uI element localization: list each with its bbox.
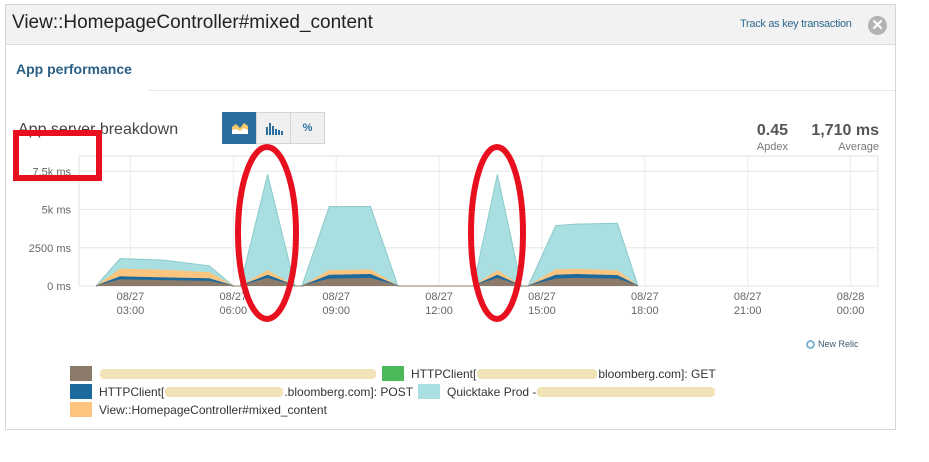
x-tick-time: 12:00 — [425, 305, 453, 317]
legend-item[interactable]: HTTPClient[ bloomberg.com]: GET — [382, 366, 716, 381]
x-tick-time: 09:00 — [322, 305, 350, 317]
legend-item[interactable]: HTTPClient[ .bloomberg.com]: POST — [70, 384, 413, 399]
y-tick-label: 5k ms — [42, 205, 72, 217]
x-tick-date: 08/27 — [631, 291, 659, 303]
legend-label-prefix: Quicktake Prod - — [447, 384, 537, 399]
legend-label-prefix: HTTPClient[ — [99, 384, 165, 399]
x-tick-date: 08/27 — [322, 291, 350, 303]
legend-label-prefix: HTTPClient[ — [411, 366, 477, 381]
legend-item[interactable]: Quicktake Prod - — [418, 384, 716, 399]
redaction-mark — [100, 368, 376, 379]
new-relic-label: New Relic — [818, 339, 859, 349]
x-tick-date: 08/27 — [117, 291, 145, 303]
redaction-mark — [165, 386, 284, 397]
x-tick-date: 08/27 — [220, 291, 248, 303]
legend-item[interactable] — [70, 366, 377, 381]
legend-label-prefix: View::HomepageController#mixed_content — [99, 402, 327, 417]
legend-swatch — [70, 384, 92, 399]
legend-swatch — [418, 384, 440, 399]
new-relic-logo-icon — [806, 339, 815, 349]
x-tick-time: 15:00 — [528, 305, 556, 317]
x-tick-time: 18:00 — [631, 305, 659, 317]
x-tick-time: 21:00 — [734, 305, 762, 317]
y-tick-label: 0 ms — [47, 281, 71, 293]
x-tick-date: 08/28 — [837, 291, 865, 303]
x-tick-time: 00:00 — [837, 305, 865, 317]
redaction-mark — [537, 386, 716, 397]
redaction-mark — [477, 368, 598, 379]
new-relic-badge: New Relic — [806, 339, 859, 349]
x-tick-date: 08/27 — [528, 291, 556, 303]
legend-swatch — [70, 402, 92, 417]
legend-label-suffix: bloomberg.com]: GET — [598, 366, 716, 381]
legend-item[interactable]: View::HomepageController#mixed_content — [70, 402, 327, 417]
chart-legend: HTTPClient[ bloomberg.com]: GET HTTPClie… — [70, 364, 790, 420]
x-tick-time: 03:00 — [117, 305, 145, 317]
x-tick-time: 06:00 — [220, 305, 248, 317]
x-tick-date: 08/27 — [425, 291, 453, 303]
y-tick-label: 2500 ms — [29, 243, 72, 255]
legend-swatch — [70, 366, 92, 381]
x-tick-date: 08/27 — [734, 291, 762, 303]
legend-label-suffix: .bloomberg.com]: POST — [284, 384, 414, 399]
legend-swatch — [382, 366, 404, 381]
